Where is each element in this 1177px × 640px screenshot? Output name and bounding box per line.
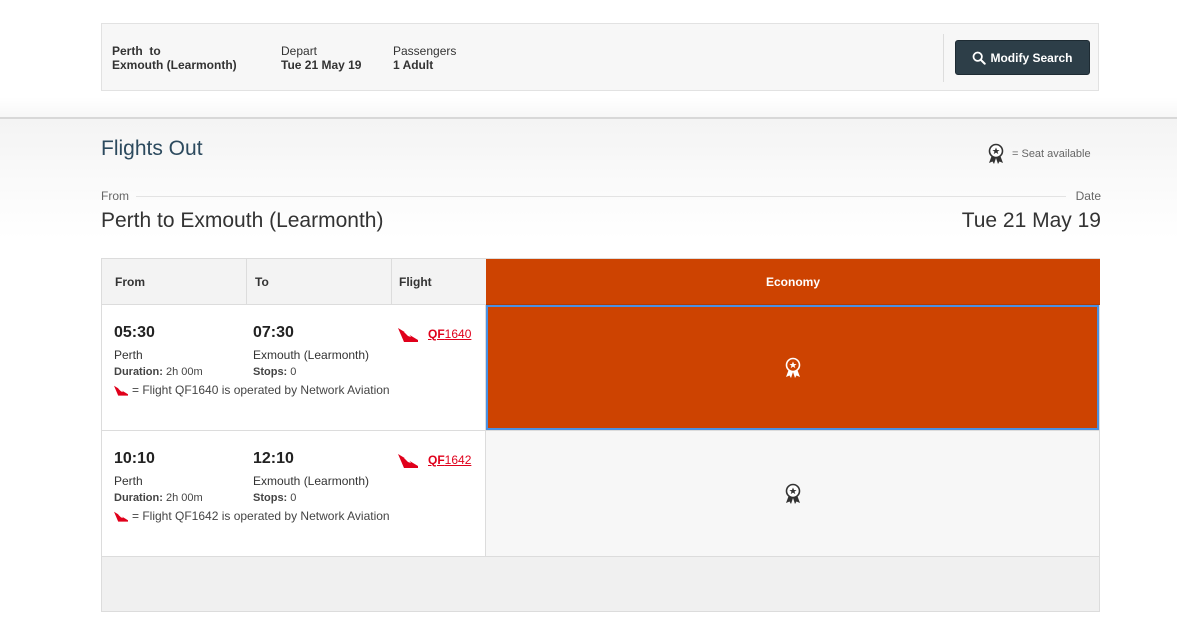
qantas-kangaroo-icon: [398, 328, 418, 342]
duration: Duration: 2h 00m: [114, 492, 203, 504]
duration-value: 2h 00m: [165, 492, 203, 504]
search-summary-bar: Perth to Exmouth (Learmonth) Depart Tue …: [101, 23, 1099, 91]
arrive-city: Exmouth (Learmonth): [253, 348, 370, 362]
duration-value: 2h 00m: [165, 366, 203, 378]
table-row: 10:10 Perth Duration: 2h 00m 12:10 Exmou…: [102, 431, 1099, 557]
flight-number: QF1640: [398, 325, 471, 343]
summary-route-origin: Perth to: [112, 44, 161, 58]
arrive-time: 07:30: [253, 324, 294, 341]
summary-depart-value: Tue 21 May 19: [281, 58, 362, 72]
flights-table: From To Flight Economy 05:30 Perth Durat…: [101, 258, 1100, 612]
from-label: From: [101, 189, 129, 203]
stops-value: 0: [290, 492, 297, 504]
column-header-from: From: [102, 259, 247, 305]
flight-number: QF1642: [398, 451, 471, 469]
flight-number-link[interactable]: QF1640: [428, 327, 471, 341]
summary-depart-label: Depart: [281, 44, 318, 58]
summary-depart: Depart Tue 21 May 19: [281, 44, 361, 72]
qantas-kangaroo-icon: [114, 385, 128, 396]
depart-city: Perth: [114, 474, 143, 488]
summary-passengers-value: 1 Adult: [393, 58, 434, 72]
stops-label: Stops:: [253, 366, 288, 378]
duration-label: Duration:: [114, 492, 163, 504]
flight-info-cell: 05:30 Perth Duration: 2h 00m 07:30 Exmou…: [102, 305, 486, 430]
award-ribbon-icon: [785, 483, 800, 504]
route-title: Perth to Exmouth (Learmonth): [101, 209, 384, 232]
page-title: Flights Out: [101, 137, 203, 160]
arrive-city: Exmouth (Learmonth): [253, 474, 370, 488]
summary-route: Perth to Exmouth (Learmonth): [112, 44, 237, 72]
stops-value: 0: [290, 366, 297, 378]
modify-search-label: Modify Search: [990, 50, 1073, 65]
summary-divider: [943, 34, 944, 82]
qantas-kangaroo-icon: [398, 454, 418, 468]
depart-time: 05:30: [114, 324, 155, 341]
economy-fare-cell[interactable]: [486, 431, 1099, 556]
seat-legend: = Seat available: [986, 143, 1091, 165]
depart-city: Perth: [114, 348, 143, 362]
summary-passengers-label: Passengers: [393, 44, 457, 58]
stops: Stops: 0: [253, 366, 296, 378]
duration: Duration: 2h 00m: [114, 366, 203, 378]
economy-fare-cell-selected[interactable]: [486, 305, 1099, 430]
flight-prefix: QF: [428, 453, 445, 467]
operated-by-text: = Flight QF1640 is operated by Network A…: [132, 383, 390, 397]
column-header-economy: Economy: [486, 259, 1100, 305]
qantas-kangaroo-icon: [114, 511, 128, 522]
flight-prefix: QF: [428, 327, 445, 341]
seat-legend-text: = Seat available: [1012, 148, 1091, 160]
modify-search-button[interactable]: Modify Search: [955, 40, 1090, 75]
arrive-time: 12:10: [253, 450, 294, 467]
depart-time: 10:10: [114, 450, 155, 467]
flight-number-link[interactable]: QF1642: [428, 453, 471, 467]
stops-label: Stops:: [253, 492, 288, 504]
flight-digits: 1640: [444, 327, 472, 341]
award-ribbon-icon: [785, 357, 800, 378]
route-divider: [136, 196, 1066, 197]
award-ribbon-icon: [988, 143, 1004, 164]
duration-label: Duration:: [114, 366, 163, 378]
stops: Stops: 0: [253, 492, 296, 504]
search-icon: [973, 51, 987, 65]
table-row: 05:30 Perth Duration: 2h 00m 07:30 Exmou…: [102, 305, 1099, 431]
flight-digits: 1642: [444, 453, 472, 467]
summary-passengers: Passengers 1 Adult: [393, 44, 456, 72]
column-header-to: To: [247, 259, 392, 305]
operated-by-text: = Flight QF1642 is operated by Network A…: [132, 509, 390, 523]
date-label: Date: [1075, 189, 1101, 203]
operated-by-note: = Flight QF1640 is operated by Network A…: [114, 383, 390, 397]
summary-route-destination: Exmouth (Learmonth): [112, 58, 237, 72]
operated-by-note: = Flight QF1642 is operated by Network A…: [114, 509, 390, 523]
date-title: Tue 21 May 19: [961, 209, 1101, 232]
flight-info-cell: 10:10 Perth Duration: 2h 00m 12:10 Exmou…: [102, 431, 486, 556]
column-header-flight: Flight: [392, 259, 486, 305]
header-shadow: [0, 97, 1177, 117]
